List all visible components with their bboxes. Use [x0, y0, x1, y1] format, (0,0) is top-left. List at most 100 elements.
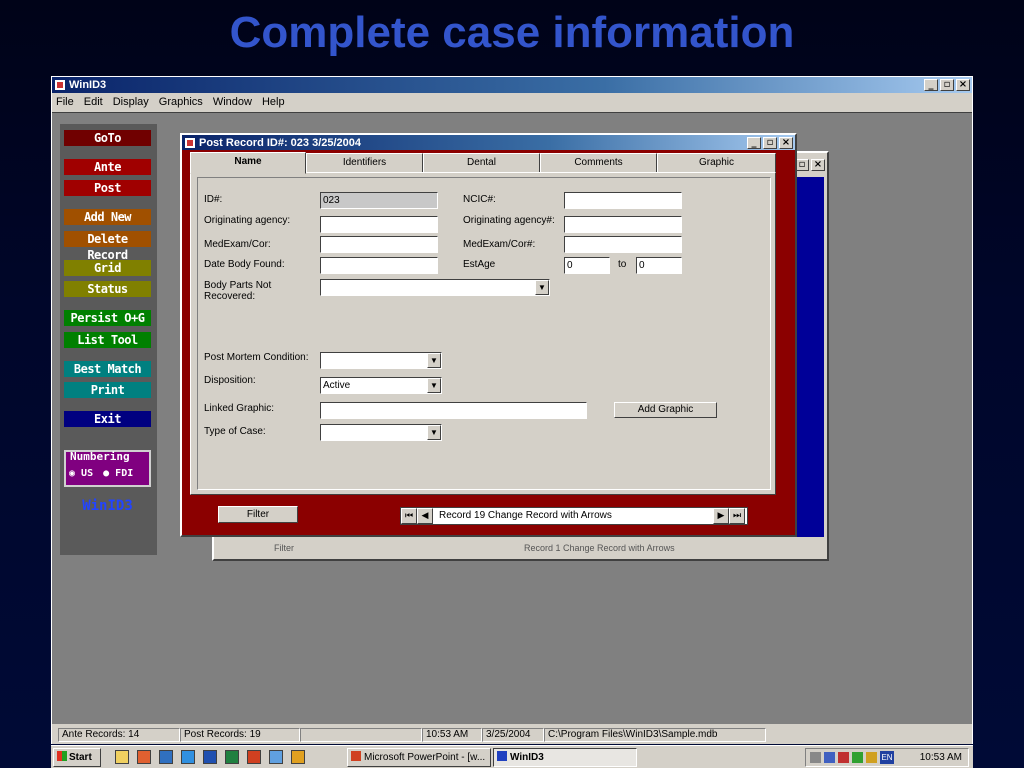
dialog-minimize-button[interactable]: _	[747, 136, 761, 149]
postmortem-dropdown[interactable]: ▼	[320, 352, 442, 369]
status-post-records: Post Records: 19	[180, 728, 300, 742]
taskbar-item-powerpoint[interactable]: Microsoft PowerPoint - [w...	[347, 748, 491, 767]
media-player-icon[interactable]	[291, 750, 305, 764]
disposition-value: Active	[323, 380, 351, 391]
internet-explorer-icon[interactable]	[181, 750, 195, 764]
menu-window[interactable]: Window	[213, 96, 252, 108]
dialog-titlebar[interactable]: Post Record ID#: 023 3/25/2004 _ ▫ ×	[182, 135, 795, 150]
taskbar-item-winid3[interactable]: WinID3	[493, 748, 637, 767]
medexam-num-field[interactable]	[564, 236, 682, 253]
menu-help[interactable]: Help	[262, 96, 285, 108]
menu-file[interactable]: File	[56, 96, 74, 108]
chevron-down-icon[interactable]: ▼	[427, 425, 441, 440]
grid-button[interactable]: Grid	[64, 260, 151, 276]
add-new-button[interactable]: Add New	[64, 209, 151, 225]
taskbar-item-label: Microsoft PowerPoint - [w...	[364, 752, 486, 763]
taskbar-item-label: WinID3	[510, 752, 544, 763]
chevron-down-icon[interactable]: ▼	[535, 280, 549, 295]
back-maximize-button[interactable]: ▫	[795, 159, 809, 171]
start-label: Start	[69, 752, 92, 763]
quicklaunch-app-icon[interactable]	[269, 750, 283, 764]
disposition-label: Disposition:	[204, 375, 256, 386]
main-window-title: WinID3	[69, 79, 107, 91]
status-date: 3/25/2004	[482, 728, 544, 742]
delete-record-button[interactable]: Delete Record	[64, 231, 151, 262]
menu-graphics[interactable]: Graphics	[159, 96, 203, 108]
tab-dental[interactable]: Dental	[423, 153, 540, 173]
quicklaunch-app-icon[interactable]	[159, 750, 173, 764]
tab-identifiers[interactable]: Identifiers	[306, 153, 423, 173]
back-filter-button[interactable]: Filter	[274, 543, 294, 553]
estage-to-field[interactable]: 0	[636, 257, 682, 274]
medexam-field[interactable]	[320, 236, 438, 253]
quicklaunch-app-icon[interactable]	[137, 750, 151, 764]
volume-icon[interactable]	[810, 752, 821, 763]
type-case-dropdown[interactable]: ▼	[320, 424, 442, 441]
tray-app-icon[interactable]	[866, 752, 877, 763]
winid3-main-window: WinID3 _ ▫ × File Edit Display Graphics …	[51, 76, 973, 744]
linked-graphic-field[interactable]	[320, 402, 587, 419]
powerpoint-icon[interactable]	[247, 750, 261, 764]
add-graphic-button[interactable]: Add Graphic	[614, 402, 717, 418]
exit-button[interactable]: Exit	[64, 411, 151, 427]
start-button[interactable]: Start	[53, 748, 101, 767]
back-close-button[interactable]: ×	[811, 159, 825, 171]
radio-us[interactable]: ◉ US	[69, 468, 93, 479]
slide-title: Complete case information	[229, 8, 795, 57]
date-found-field[interactable]	[320, 257, 438, 274]
id-label: ID#:	[204, 194, 223, 205]
network-icon[interactable]	[824, 752, 835, 763]
numbering-group: Numbering ◉ US ● FDI	[64, 450, 151, 487]
list-tool-button[interactable]: List Tool	[64, 332, 151, 348]
estage-label: EstAge	[463, 259, 496, 270]
menu-display[interactable]: Display	[113, 96, 149, 108]
goto-button[interactable]: GoTo	[64, 130, 151, 146]
post-button[interactable]: Post	[64, 180, 151, 196]
tray-app-icon[interactable]	[852, 752, 863, 763]
dialog-close-button[interactable]: ×	[779, 136, 793, 149]
minimize-button[interactable]: _	[924, 79, 938, 91]
excel-icon[interactable]	[225, 750, 239, 764]
estage-from-field[interactable]: 0	[564, 257, 610, 274]
print-button[interactable]: Print	[64, 382, 151, 398]
menu-edit[interactable]: Edit	[84, 96, 103, 108]
chevron-down-icon[interactable]: ▼	[427, 353, 441, 368]
windows-logo-icon	[57, 751, 67, 761]
language-indicator[interactable]: EN	[880, 751, 894, 764]
persist-og-button[interactable]: Persist O+G	[64, 310, 151, 326]
windows-taskbar: Start Microsoft PowerPoint - [w... WinID…	[51, 745, 973, 768]
orig-agency-field[interactable]	[320, 216, 438, 233]
next-record-icon[interactable]: ▶	[713, 508, 729, 524]
tab-name[interactable]: Name	[190, 152, 306, 174]
status-blank	[300, 728, 422, 742]
medexam-label: MedExam/Cor:	[204, 239, 271, 250]
disposition-dropdown[interactable]: Active ▼	[320, 377, 442, 394]
dialog-title: Post Record ID#: 023 3/25/2004	[199, 136, 362, 149]
main-titlebar[interactable]: WinID3 _ ▫ ×	[52, 77, 972, 93]
dialog-maximize-button[interactable]: ▫	[763, 136, 777, 149]
ncic-field[interactable]	[564, 192, 682, 209]
maximize-button[interactable]: ▫	[940, 79, 954, 91]
chevron-down-icon[interactable]: ▼	[427, 378, 441, 393]
radio-fdi[interactable]: ● FDI	[103, 468, 133, 479]
word-icon[interactable]	[203, 750, 217, 764]
best-match-button[interactable]: Best Match	[64, 361, 151, 377]
close-button[interactable]: ×	[956, 79, 970, 91]
filter-button[interactable]: Filter	[218, 506, 298, 523]
tray-app-icon[interactable]	[838, 752, 849, 763]
ante-button[interactable]: Ante	[64, 159, 151, 175]
body-parts-dropdown[interactable]: ▼	[320, 279, 550, 296]
show-desktop-icon[interactable]	[115, 750, 129, 764]
status-button[interactable]: Status	[64, 281, 151, 297]
postmortem-label: Post Mortem Condition:	[204, 352, 309, 363]
tab-graphic[interactable]: Graphic	[657, 153, 776, 173]
orig-agency-num-field[interactable]	[564, 216, 682, 233]
back-window-footer: Filter Record 1 Change Record with Arrow…	[224, 543, 784, 553]
winid3-icon	[497, 751, 507, 761]
prev-record-icon[interactable]: ◀	[417, 508, 433, 524]
last-record-icon[interactable]: ⏭	[729, 508, 745, 524]
brand-label: WinID3	[82, 498, 133, 514]
medexam-num-label: MedExam/Cor#:	[463, 239, 536, 250]
first-record-icon[interactable]: ⏮	[401, 508, 417, 524]
tab-comments[interactable]: Comments	[540, 153, 657, 173]
